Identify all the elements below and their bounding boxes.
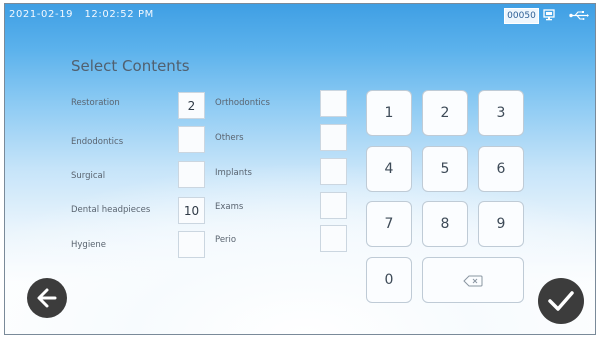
page-title: Select Contents (71, 57, 190, 75)
backspace-key[interactable] (422, 257, 524, 303)
label-others: Others (215, 133, 244, 143)
time-text: 12:02:52 PM (84, 9, 154, 20)
surgical-qty[interactable] (178, 161, 205, 188)
others-qty[interactable] (320, 124, 347, 151)
back-button[interactable] (27, 278, 67, 318)
exams-qty[interactable] (320, 192, 347, 219)
key-0[interactable]: 0 (366, 257, 412, 303)
label-dental-headpieces: Dental headpieces (71, 205, 151, 215)
key-3[interactable]: 3 (478, 90, 524, 136)
label-hygiene: Hygiene (71, 240, 107, 250)
key-1[interactable]: 1 (366, 90, 412, 136)
checkmark-icon (548, 291, 574, 311)
monitor-icon (543, 9, 555, 21)
endodontics-qty[interactable] (178, 126, 205, 153)
implants-qty[interactable] (320, 158, 347, 185)
key-4[interactable]: 4 (366, 146, 412, 192)
dental-headpieces-qty[interactable]: 10 (178, 197, 205, 224)
key-8[interactable]: 8 (422, 201, 468, 247)
label-exams: Exams (215, 202, 244, 212)
key-7[interactable]: 7 (366, 201, 412, 247)
label-restoration: Restoration (71, 98, 120, 108)
label-surgical: Surgical (71, 171, 106, 181)
restoration-qty[interactable]: 2 (178, 92, 205, 119)
backspace-icon (463, 275, 483, 287)
label-perio: Perio (215, 235, 237, 245)
key-9[interactable]: 9 (478, 201, 524, 247)
usb-icon (569, 11, 589, 20)
label-orthodontics: Orthodontics (215, 98, 270, 108)
arrow-left-icon (37, 288, 57, 308)
label-endodontics: Endodontics (71, 137, 124, 147)
label-implants: Implants (215, 168, 252, 178)
key-5[interactable]: 5 (422, 146, 468, 192)
key-6[interactable]: 6 (478, 146, 524, 192)
orthodontics-qty[interactable] (320, 90, 347, 117)
key-2[interactable]: 2 (422, 90, 468, 136)
confirm-button[interactable] (538, 278, 584, 324)
datetime: 2021-02-19 12:02:52 PM (9, 9, 154, 20)
status-bar: 2021-02-19 12:02:52 PM 00050 (5, 4, 595, 26)
hygiene-qty[interactable] (178, 231, 205, 258)
perio-qty[interactable] (320, 225, 347, 252)
screen: 2021-02-19 12:02:52 PM 00050 Select Cont… (4, 3, 596, 335)
date-text: 2021-02-19 (9, 9, 74, 20)
cycle-counter: 00050 (504, 8, 539, 24)
